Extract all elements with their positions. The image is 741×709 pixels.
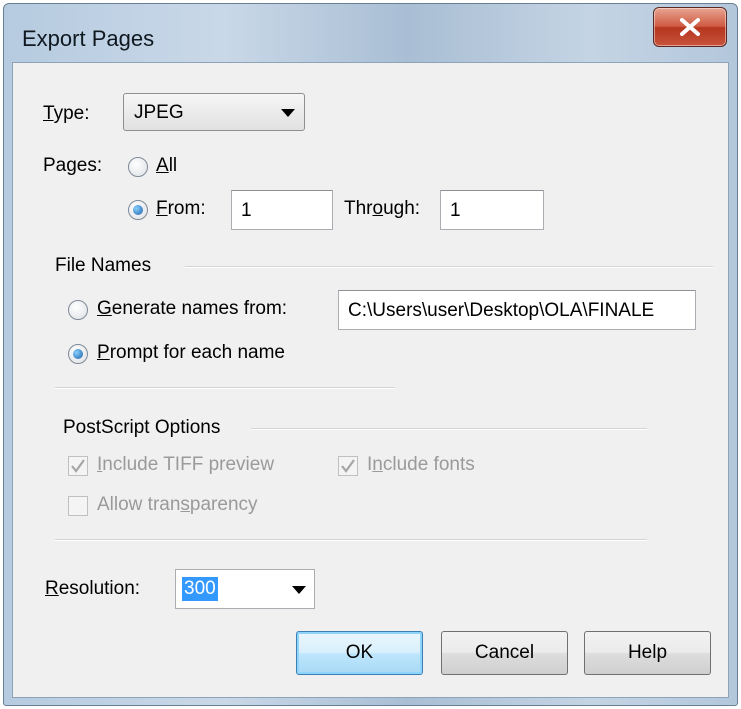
prompt-each-name-label: Prompt for each name xyxy=(97,342,285,363)
checkmark-icon xyxy=(341,459,355,473)
resolution-label: Resolution: xyxy=(45,578,141,599)
close-button[interactable] xyxy=(653,7,727,47)
resolution-select[interactable]: 300 xyxy=(175,569,315,609)
export-pages-dialog: Export Pages Type: JPEG Pages: All From:… xyxy=(3,3,738,706)
include-fonts-checkbox[interactable] xyxy=(338,456,358,476)
close-icon xyxy=(680,18,700,36)
pages-label: Pages: xyxy=(43,155,103,176)
from-label: From: xyxy=(156,198,206,219)
dialog-body: Type: JPEG Pages: All From: 1 Through: 1… xyxy=(12,62,729,698)
include-tiff-label: Include TIFF preview xyxy=(97,454,275,475)
generate-names-radio[interactable] xyxy=(68,300,88,320)
dialog-title: Export Pages xyxy=(22,26,155,51)
file-names-divider xyxy=(185,266,713,268)
generate-names-label: Generate names from: xyxy=(97,298,288,319)
allow-transparency-checkbox[interactable] xyxy=(68,496,88,516)
all-label: All xyxy=(156,155,178,176)
include-tiff-checkbox[interactable] xyxy=(68,456,88,476)
title-bar[interactable]: Export Pages xyxy=(4,4,737,62)
through-label: Through: xyxy=(344,198,421,219)
file-names-bottom-divider xyxy=(55,387,395,389)
all-radio[interactable] xyxy=(128,157,148,177)
through-input[interactable]: 1 xyxy=(440,190,544,230)
postscript-bottom-divider xyxy=(55,539,647,541)
generate-names-path-input[interactable]: C:\Users\user\Desktop\OLA\FINALE xyxy=(338,290,696,330)
include-fonts-label: Include fonts xyxy=(367,454,475,475)
from-input[interactable]: 1 xyxy=(231,190,333,230)
chevron-down-icon xyxy=(281,109,295,117)
type-select[interactable]: JPEG xyxy=(123,93,305,131)
checkmark-icon xyxy=(71,459,85,473)
cancel-button[interactable]: Cancel xyxy=(441,631,568,675)
resolution-value: 300 xyxy=(182,577,218,601)
postscript-divider xyxy=(251,428,647,430)
type-label: Type: xyxy=(43,103,90,124)
ok-button[interactable]: OK xyxy=(296,631,423,675)
postscript-group-title: PostScript Options xyxy=(63,417,221,438)
allow-transparency-label: Allow transparency xyxy=(97,494,258,515)
from-radio[interactable] xyxy=(128,200,148,220)
type-select-value: JPEG xyxy=(134,102,184,123)
prompt-each-name-radio[interactable] xyxy=(68,344,88,364)
chevron-down-icon xyxy=(292,586,306,594)
help-button[interactable]: Help xyxy=(584,631,711,675)
file-names-group-title: File Names xyxy=(55,255,152,276)
